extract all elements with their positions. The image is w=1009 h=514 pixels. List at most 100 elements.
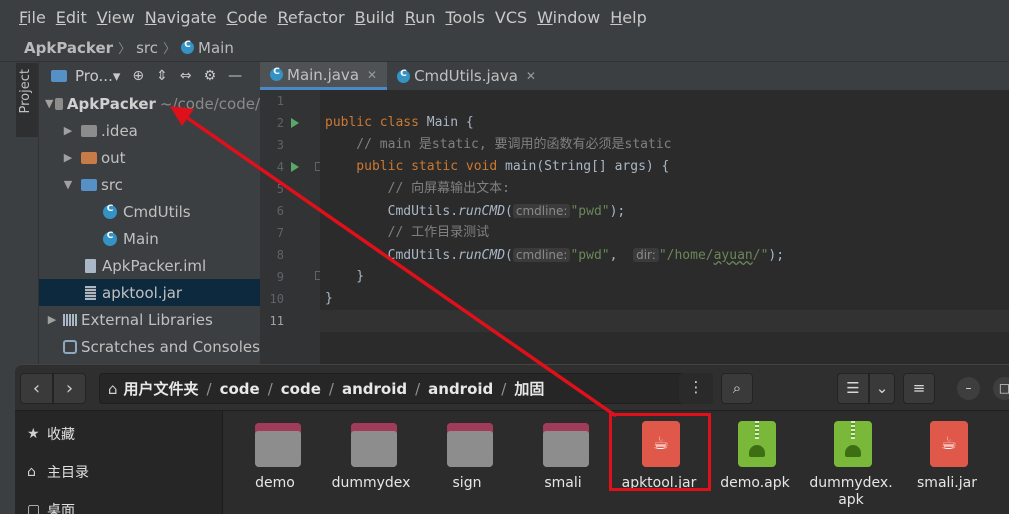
- apk-icon: [834, 421, 872, 467]
- chevron-right-icon[interactable]: ▶: [61, 151, 75, 164]
- chevron-down-icon[interactable]: ▼: [45, 97, 53, 110]
- line-number: 9: [276, 270, 284, 284]
- file-item-smali[interactable]: smali: [515, 421, 611, 507]
- line-number: 1: [276, 94, 284, 108]
- minimize-button[interactable]: –: [957, 377, 980, 400]
- chevron-right-icon[interactable]: ▶: [45, 313, 59, 326]
- chevron-down-icon[interactable]: ▼: [61, 178, 75, 191]
- path-segment[interactable]: code: [281, 380, 321, 398]
- file-item-demo[interactable]: demo: [227, 421, 323, 507]
- list-view-button[interactable]: ☰: [837, 373, 869, 404]
- path-menu-button[interactable]: ⋮: [679, 373, 713, 404]
- file-manager-sidebar: ★ 收藏 ⌂ 主目录 ▢ 桌面: [15, 411, 223, 514]
- file-item-dummydex-apk[interactable]: dummydex. apk: [803, 421, 899, 508]
- path-segment[interactable]: 用户文件夹: [124, 378, 199, 399]
- breadcrumb-src[interactable]: src: [136, 39, 158, 57]
- close-icon[interactable]: ✕: [367, 68, 377, 82]
- run-gutter-icon[interactable]: [291, 118, 299, 128]
- view-options-chevron-icon[interactable]: ⌄: [869, 373, 895, 404]
- tree-item-label: src: [101, 175, 123, 194]
- gear-icon[interactable]: ⚙: [204, 68, 217, 84]
- left-edge-strip: [0, 62, 14, 514]
- main-menu-button[interactable]: ≡: [903, 373, 935, 404]
- code-line-3: // main 是static, 要调用的函数有必须是static: [325, 137, 672, 152]
- tree-item-main[interactable]: Main: [39, 225, 260, 252]
- path-segment[interactable]: android: [428, 380, 493, 398]
- tree-item-idea[interactable]: ▶ .idea: [39, 117, 260, 144]
- java-class-icon: [103, 204, 117, 219]
- menu-window[interactable]: Window: [537, 8, 600, 27]
- star-icon: ★: [27, 426, 40, 442]
- breadcrumb-project[interactable]: ApkPacker: [24, 39, 113, 57]
- menu-run[interactable]: Run: [405, 8, 436, 27]
- back-button[interactable]: ‹: [20, 373, 53, 404]
- menu-code[interactable]: Code: [227, 8, 268, 27]
- expand-all-icon[interactable]: ⇕: [156, 68, 168, 84]
- library-icon: [63, 313, 77, 326]
- tree-item-root[interactable]: ▼ ApkPacker ~/code/code/: [39, 90, 260, 117]
- file-item-smali-jar[interactable]: ☕ smali.jar: [899, 421, 995, 507]
- tree-item-apktool-jar[interactable]: apktool.jar: [39, 279, 260, 306]
- locate-target-icon[interactable]: ⊕: [132, 68, 144, 84]
- source-folder-icon: [81, 178, 97, 191]
- tree-item-external-libraries[interactable]: ▶ External Libraries: [39, 306, 260, 333]
- module-file-icon: [85, 258, 96, 273]
- menu-view[interactable]: View: [97, 8, 135, 27]
- menu-refactor[interactable]: Refactor: [277, 8, 344, 27]
- project-view-icon: [51, 70, 67, 82]
- editor-tabs: Main.java ✕ CmdUtils.java ✕: [260, 62, 1009, 90]
- tree-item-cmdutils[interactable]: CmdUtils: [39, 198, 260, 225]
- tree-item-label: out: [101, 148, 126, 167]
- sidebar-item-home[interactable]: ⌂ 主目录: [27, 460, 89, 484]
- tab-main-java[interactable]: Main.java ✕: [260, 62, 388, 90]
- tree-item-scratches[interactable]: Scratches and Consoles: [39, 333, 260, 360]
- file-item-sign[interactable]: sign: [419, 421, 515, 507]
- breadcrumb-main[interactable]: Main: [181, 39, 234, 57]
- maximize-button[interactable]: □: [993, 377, 1009, 400]
- close-icon[interactable]: ✕: [526, 69, 536, 83]
- project-view-selector[interactable]: Pro...▾: [75, 67, 120, 85]
- tree-item-iml[interactable]: ApkPacker.iml: [39, 252, 260, 279]
- menu-tools[interactable]: Tools: [445, 8, 484, 27]
- chevron-right-icon[interactable]: ▶: [61, 124, 75, 137]
- code-line-7: // 工作目录测试: [325, 225, 490, 240]
- folder-icon: [255, 423, 301, 467]
- menu-file[interactable]: File: [19, 8, 46, 27]
- file-item-dummydex[interactable]: dummydex: [323, 421, 419, 507]
- path-segment[interactable]: code: [220, 380, 260, 398]
- file-item-demo-apk[interactable]: demo.apk: [707, 421, 803, 507]
- tree-item-label: Main: [123, 229, 159, 248]
- line-number: 2: [276, 116, 284, 130]
- tree-item-label: External Libraries: [81, 310, 213, 329]
- code-line-5: // 向屏幕输出文本:: [325, 181, 510, 196]
- annotation-highlight-box: [609, 413, 711, 491]
- file-manager-toolbar: ‹ › ⌂ 用户文件夹 / code / code / android / an…: [15, 365, 1009, 411]
- hide-panel-icon[interactable]: —: [228, 68, 242, 84]
- sidebar-item-starred[interactable]: ★ 收藏: [27, 422, 75, 446]
- sidebar-item-desktop[interactable]: ▢ 桌面: [27, 498, 75, 514]
- tree-item-out[interactable]: ▶ out: [39, 144, 260, 171]
- project-tool-tab[interactable]: Project: [16, 63, 38, 137]
- menu-help[interactable]: Help: [610, 8, 646, 27]
- tree-item-label: CmdUtils: [123, 202, 191, 221]
- forward-button[interactable]: ›: [53, 373, 86, 404]
- collapse-all-icon[interactable]: ⇔: [180, 68, 192, 84]
- menu-navigate[interactable]: Navigate: [145, 8, 217, 27]
- scratches-icon: [63, 339, 77, 354]
- menu-vcs[interactable]: VCS: [495, 8, 527, 27]
- menu-build[interactable]: Build: [355, 8, 395, 27]
- code-editor[interactable]: public class Main { // main 是static, 要调用…: [320, 90, 1009, 364]
- tree-item-src[interactable]: ▼ src: [39, 171, 260, 198]
- path-segment-current[interactable]: 加固: [514, 378, 544, 399]
- line-number: 10: [269, 292, 284, 306]
- tab-cmdutils-java[interactable]: CmdUtils.java ✕: [387, 62, 546, 90]
- line-number: 4: [276, 160, 284, 174]
- project-tree: ▼ ApkPacker ~/code/code/ ▶ .idea ▶ out ▼…: [39, 90, 260, 364]
- search-button[interactable]: ⌕: [721, 373, 753, 404]
- path-separator: /: [501, 379, 507, 398]
- run-gutter-icon[interactable]: [291, 162, 299, 172]
- java-jar-icon: ☕: [930, 421, 968, 467]
- path-segment[interactable]: android: [342, 380, 407, 398]
- menu-edit[interactable]: Edit: [56, 8, 87, 27]
- java-class-icon: [181, 40, 195, 54]
